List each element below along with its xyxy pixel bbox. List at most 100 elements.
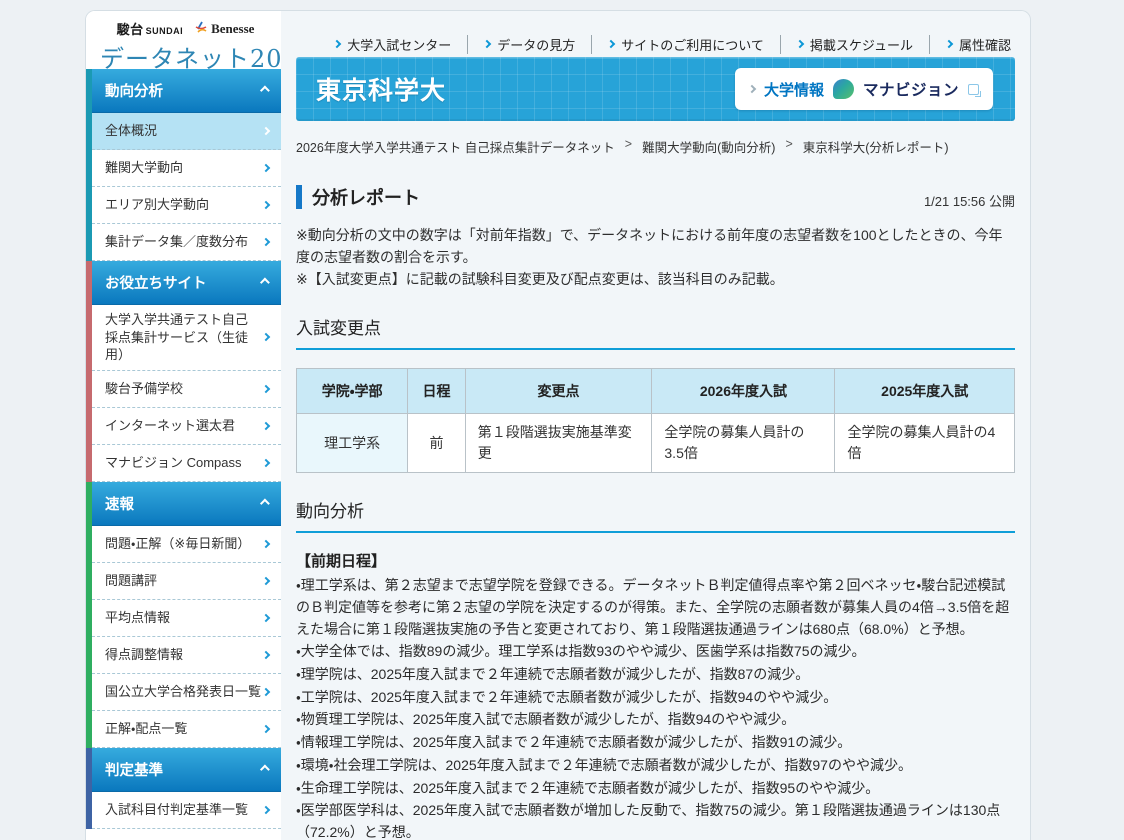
benesse-label: Benesse	[211, 21, 254, 37]
trend-bullets: ・理工学系は、第２志望まで志望学院を登録できる。データネットＢ判定値得点率や第２…	[296, 575, 1015, 840]
table-header-row: 学院・学部 日程 変更点 2026年度入試 2025年度入試	[297, 369, 1015, 414]
report-notes: ※動向分析の文中の数字は「対前年指数」で、データネットにおける前年度の志望者数を…	[296, 224, 1015, 290]
sidebar-item-goukaku-happyoubi[interactable]: 国公立大学合格発表日一覧	[92, 674, 281, 711]
cell-nittei: 前	[408, 414, 465, 473]
trend-bullet: ・環境・社会理工学院は、2025年度入試まで２年連続で志願者数が減少したが、指数…	[296, 755, 1015, 777]
nav-keisai-schedule[interactable]: 掲載スケジュール	[781, 35, 930, 54]
sidebar-item-label: 正解・配点一覧	[105, 720, 187, 738]
page-container: 駿台SUNDAI Benesse データネット2026 動向分析 全体概	[85, 10, 1031, 840]
sidebar-item-mondai-seikai[interactable]: 問題・正解（※毎日新聞）	[92, 526, 281, 563]
breadcrumb-home[interactable]: 2026年度大学入学共通テスト 自己採点集計データネット	[296, 137, 615, 156]
nav-site-goriyou[interactable]: サイトのご利用について	[592, 35, 781, 54]
sundai-logo: 駿台SUNDAI	[117, 19, 184, 38]
cell-henkouten: 第１段階選抜実施基準変更	[465, 414, 652, 473]
cell-gakuin: 理工学系	[297, 414, 408, 473]
sidebar-section-hantei-kijun: 判定基準 入試科目付判定基準一覧	[86, 748, 281, 829]
chevron-right-icon	[262, 724, 270, 732]
sidebar-item-label: 平均点情報	[105, 609, 170, 627]
sidebar-item-mondai-kouhyou[interactable]: 問題講評	[92, 563, 281, 600]
sidebar-header-oyakudachi[interactable]: お役立ちサイト	[92, 261, 281, 305]
sidebar-header-doukou[interactable]: 動向分析	[92, 69, 281, 113]
breadcrumb-nankan-doukou[interactable]: 難関大学動向(動向分析)	[642, 137, 775, 156]
sidebar-item-label: インターネット選太君	[105, 417, 235, 435]
nav-data-no-mikata[interactable]: データの見方	[468, 35, 592, 54]
cell-2025: 全学院の募集人員計の4倍	[835, 414, 1015, 473]
chevron-right-icon	[262, 201, 270, 209]
nav-label: 属性確認	[959, 35, 1011, 54]
exam-changes-heading: 入試変更点	[296, 314, 1015, 350]
nav-label: 掲載スケジュール	[810, 35, 913, 54]
nav-zokusei-kakunin[interactable]: 属性確認	[930, 35, 1015, 54]
sidebar: 駿台SUNDAI Benesse データネット2026 動向分析 全体概	[86, 11, 281, 840]
chevron-right-icon	[796, 40, 804, 48]
site-logo[interactable]: 駿台SUNDAI Benesse データネット2026	[86, 11, 281, 69]
exam-changes-table: 学院・学部 日程 変更点 2026年度入試 2025年度入試 理工学系 前 第１…	[296, 368, 1015, 473]
sidebar-item-label: 得点調整情報	[105, 646, 183, 664]
sidebar-section-sokuhou: 速報 問題・正解（※毎日新聞） 問題講評 平均点情報 得点調整情報 国公立大学合…	[86, 482, 281, 748]
sidebar-item-zentai-gaikyo[interactable]: 全体概況	[92, 113, 281, 150]
trend-bullet: ・工学院は、2025年度入試まで２年連続で志願者数が減少したが、指数94のやや減…	[296, 687, 1015, 709]
sidebar-header-label: 速報	[105, 493, 134, 514]
chevron-up-icon	[260, 278, 270, 288]
chevron-right-icon	[262, 458, 270, 466]
trend-bullet: ・物質理工学院は、2025年度入試で志願者数が減少したが、指数94のやや減少。	[296, 709, 1015, 731]
top-nav: 大学入試センター データの見方 サイトのご利用について 掲載スケジュール 属性確…	[296, 11, 1015, 57]
chevron-up-icon	[260, 86, 270, 96]
sidebar-item-label: マナビジョン Compass	[105, 454, 242, 472]
sidebar-item-label: 入試科目付判定基準一覧	[105, 801, 248, 819]
trend-bullet: ・情報理工学院は、2025年度入試まで２年連続で志願者数が減少したが、指数91の…	[296, 732, 1015, 754]
sidebar-header-label: お役立ちサイト	[105, 272, 207, 293]
chevron-right-icon	[607, 40, 615, 48]
col-header-gakuin-gakubu: 学院・学部	[297, 369, 408, 414]
sidebar-item-nankan-daigaku[interactable]: 難関大学動向	[92, 150, 281, 187]
col-header-2026-nyushi: 2026年度入試	[652, 369, 835, 414]
sidebar-item-jikosaiten-service[interactable]: 大学入学共通テスト自己採点集計サービス（生徒用）	[92, 305, 281, 371]
chevron-right-icon	[262, 164, 270, 172]
chevron-right-icon	[262, 613, 270, 621]
university-name: 東京科学大	[316, 71, 446, 107]
trend-bullet: ・生命理工学院は、2025年度入試まで２年連続で志願者数が減少したが、指数95の…	[296, 778, 1015, 800]
benesse-icon	[193, 21, 209, 36]
sidebar-item-seikai-haiten[interactable]: 正解・配点一覧	[92, 711, 281, 748]
trend-bullet: ・理工学系は、第２志望まで志望学院を登録できる。データネットＢ判定値得点率や第２…	[296, 575, 1015, 640]
sidebar-item-label: 大学入学共通テスト自己採点集計サービス（生徒用）	[105, 311, 253, 364]
sidebar-item-internet-sentakun[interactable]: インターネット選太君	[92, 408, 281, 445]
chevron-right-icon	[262, 687, 270, 695]
sidebar-item-label: 問題・正解（※毎日新聞）	[105, 535, 250, 553]
col-header-2025-nyushi: 2025年度入試	[835, 369, 1015, 414]
period-heading: 【前期日程】	[296, 550, 1015, 571]
sidebar-item-manavision-compass[interactable]: マナビジョン Compass	[92, 445, 281, 482]
sidebar-item-label: エリア別大学動向	[105, 196, 209, 214]
trend-analysis-heading: 動向分析	[296, 497, 1015, 533]
sidebar-item-shukei-data[interactable]: 集計データ集／度数分布	[92, 224, 281, 261]
sidebar-item-label: 駿台予備学校	[105, 380, 183, 398]
main-content: 大学入試センター データの見方 サイトのご利用について 掲載スケジュール 属性確…	[281, 11, 1030, 840]
sidebar-header-sokuhou[interactable]: 速報	[92, 482, 281, 526]
chevron-right-icon	[945, 40, 953, 48]
sidebar-item-hantei-kijun-ichiran[interactable]: 入試科目付判定基準一覧	[92, 792, 281, 829]
cell-2026: 全学院の募集人員計の3.5倍	[652, 414, 835, 473]
chevron-right-icon	[262, 421, 270, 429]
sidebar-header-hantei-kijun[interactable]: 判定基準	[92, 748, 281, 792]
breadcrumb-separator: >	[625, 137, 632, 156]
university-info-button[interactable]: 大学情報 マナビジョン	[735, 68, 993, 110]
sidebar-item-area-betsu[interactable]: エリア別大学動向	[92, 187, 281, 224]
sidebar-item-label: 国公立大学合格発表日一覧	[105, 683, 261, 701]
benesse-logo: Benesse	[193, 21, 254, 37]
nav-label: データの見方	[497, 35, 575, 54]
sidebar-section-oyakudachi: お役立ちサイト 大学入学共通テスト自己採点集計サービス（生徒用） 駿台予備学校 …	[86, 261, 281, 482]
sidebar-item-sundai-yobiko[interactable]: 駿台予備学校	[92, 371, 281, 408]
sidebar-item-tokuten-chousei[interactable]: 得点調整情報	[92, 637, 281, 674]
manavision-icon	[833, 79, 854, 99]
chevron-right-icon	[262, 650, 270, 658]
chevron-right-icon	[262, 576, 270, 584]
chevron-up-icon	[260, 764, 270, 774]
chevron-right-icon	[262, 384, 270, 392]
breadcrumb-separator: >	[785, 137, 792, 156]
nav-daigaku-nyushi-center[interactable]: 大学入試センター	[318, 35, 468, 54]
external-link-icon	[968, 84, 979, 95]
sidebar-item-heikinten[interactable]: 平均点情報	[92, 600, 281, 637]
trend-bullet: ・理学院は、2025年度入試まで２年連続で志願者数が減少したが、指数87の減少。	[296, 664, 1015, 686]
chevron-right-icon	[262, 238, 270, 246]
report-header: 分析レポート 1/21 15:56 公開	[296, 184, 1015, 210]
